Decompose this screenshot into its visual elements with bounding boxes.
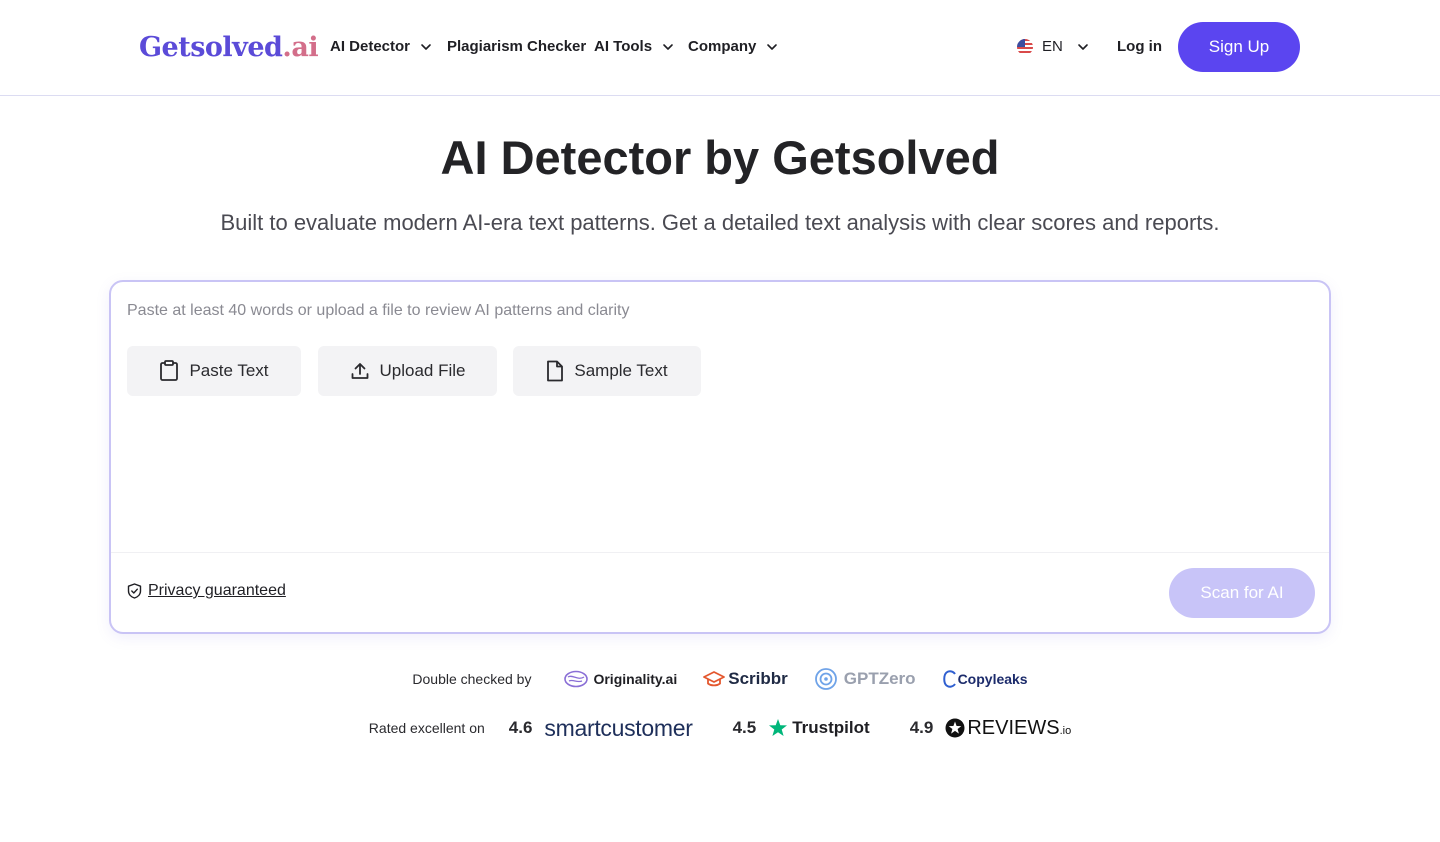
nav-ai-tools[interactable]: AI Tools (594, 36, 674, 58)
reviewsio-logo: REVIEWS.io (967, 717, 1071, 740)
reviewsio-text: REVIEWS (967, 716, 1060, 739)
paste-text-button[interactable]: Paste Text (127, 346, 301, 396)
document-icon (547, 360, 564, 382)
scribbr-logo: Scribbr (703, 669, 788, 689)
chevron-down-icon (1078, 44, 1088, 50)
language-selector[interactable]: EN (1017, 36, 1089, 58)
originality-text: Originality.ai (593, 671, 678, 687)
us-flag-icon (1017, 39, 1033, 55)
logo-suffix: .ai (282, 32, 319, 63)
paste-text-label: Paste Text (189, 361, 269, 380)
upload-file-label: Upload File (379, 361, 466, 380)
nav-label: Plagiarism Checker (447, 38, 587, 55)
page-title: AI Detector by Getsolved (440, 131, 1000, 184)
ratings-row: Rated excellent on 4.6 smartcustomer 4.5… (0, 713, 1440, 743)
text-input-card[interactable]: Paste at least 40 words or upload a file… (109, 280, 1331, 634)
upload-icon (351, 363, 368, 379)
signup-button[interactable]: Sign Up (1178, 22, 1300, 72)
site-header: Getsolved.ai AI Detector Plagiarism Chec… (0, 0, 1440, 96)
brain-icon (564, 670, 589, 688)
rated-label: Rated excellent on (368, 720, 485, 736)
reviewsio-star-icon (945, 718, 965, 738)
nav-label: AI Tools (594, 38, 653, 55)
nav-label: Company (688, 38, 757, 55)
upload-file-button[interactable]: Upload File (318, 346, 497, 396)
reviewsio-score: 4.9 (909, 718, 934, 737)
trustpilot-logo: Trustpilot (792, 718, 870, 737)
gptzero-text: GPTZero (843, 669, 916, 688)
sample-text-button[interactable]: Sample Text (513, 346, 701, 396)
nav-label: AI Detector (330, 38, 411, 55)
copyleaks-text: Copyleaks (957, 671, 1028, 687)
graduation-cap-icon (703, 671, 726, 687)
privacy-label: Privacy guaranteed (148, 582, 286, 599)
text-input-placeholder[interactable]: Paste at least 40 words or upload a file… (127, 300, 630, 322)
scan-for-ai-button[interactable]: Scan for AI (1169, 568, 1315, 618)
clipboard-icon (160, 360, 179, 381)
card-divider (111, 552, 1329, 553)
nav-ai-detector[interactable]: AI Detector (330, 36, 432, 58)
privacy-link[interactable]: Privacy guaranteed (127, 582, 286, 600)
login-link[interactable]: Log in (1117, 36, 1162, 58)
gptzero-icon (814, 668, 837, 690)
gptzero-logo: GPTZero (814, 667, 916, 691)
originality-logo: Originality.ai (563, 669, 677, 689)
trustpilot-score: 4.5 (732, 718, 757, 737)
sample-text-label: Sample Text (574, 361, 668, 380)
reviewsio-suffix: .io (1059, 724, 1072, 737)
chevron-down-icon (421, 44, 431, 50)
chevron-down-icon (767, 44, 778, 50)
chevron-down-icon (663, 44, 673, 50)
logo[interactable]: Getsolved.ai (139, 30, 319, 66)
smartcustomer-score: 4.6 (508, 718, 533, 737)
double-checked-label: Double checked by (412, 671, 532, 687)
shield-check-icon (127, 583, 142, 599)
scribbr-text: Scribbr (728, 669, 788, 688)
logo-main: Getsolved (139, 32, 283, 63)
trustpilot-star-icon (769, 719, 788, 736)
language-label: EN (1042, 38, 1063, 55)
copyleaks-logo: Copyleaks (942, 669, 1028, 689)
smartcustomer-logo: smartcustomer (544, 714, 693, 741)
nav-plagiarism-checker[interactable]: Plagiarism Checker (447, 36, 586, 58)
double-checked-row: Double checked by Originality.ai Scribbr… (0, 664, 1440, 694)
page-subtitle: Built to evaluate modern AI-era text pat… (220, 210, 1220, 235)
nav-company[interactable]: Company (688, 36, 778, 58)
